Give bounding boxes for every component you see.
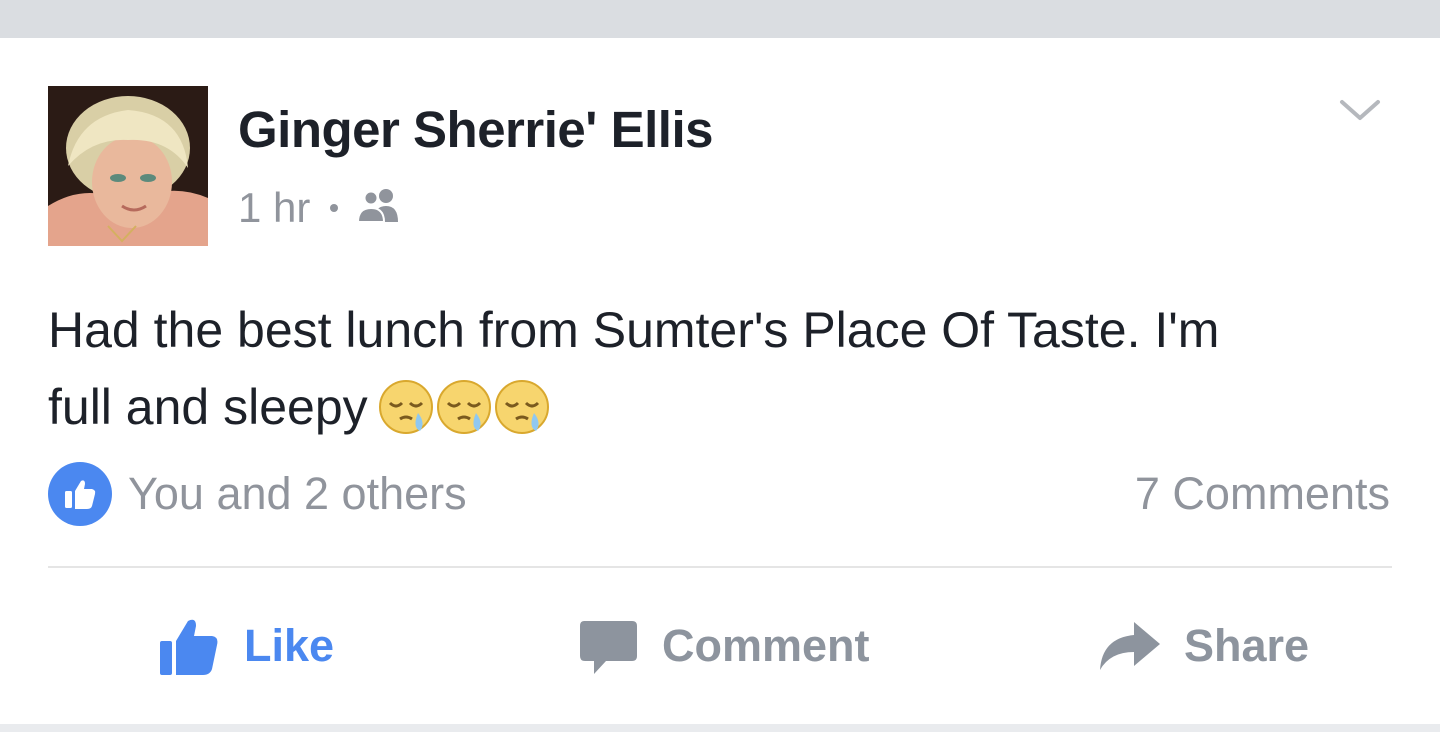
reactions-text[interactable]: You and 2 others: [128, 468, 467, 520]
post-text-line-2-text: full and sleepy: [48, 379, 368, 435]
comment-bubble-icon: [580, 621, 637, 674]
post-card: Ginger Sherrie' Ellis 1 hr Had the best …: [0, 38, 1440, 724]
sleepy-face-icon: [494, 379, 549, 434]
post-text-line-2: full and sleepy: [48, 369, 1388, 446]
like-button[interactable]: Like: [158, 608, 334, 684]
feed-background-top: [0, 0, 1440, 38]
post-time[interactable]: 1 hr: [238, 184, 310, 232]
post-text: Had the best lunch from Sumter's Place O…: [48, 292, 1388, 446]
avatar[interactable]: [48, 86, 208, 246]
sleepy-face-icon: [436, 379, 491, 434]
like-reaction-icon: [48, 462, 112, 526]
post-options-chevron-icon[interactable]: [1336, 92, 1384, 128]
sleepy-face-icon: [378, 379, 433, 434]
thumbs-up-icon: [160, 619, 218, 675]
author-name[interactable]: Ginger Sherrie' Ellis: [238, 100, 713, 159]
separator-dot: [330, 204, 339, 212]
divider: [48, 566, 1392, 568]
share-arrow-icon: [1100, 622, 1160, 670]
like-label: Like: [244, 620, 335, 671]
post-meta: 1 hr: [238, 184, 404, 232]
comment-button[interactable]: Comment: [580, 608, 870, 684]
friends-icon[interactable]: [356, 184, 404, 232]
reactions-summary[interactable]: You and 2 others: [48, 462, 467, 526]
avatar-photo: [48, 86, 208, 246]
feed-background-bottom: [0, 724, 1440, 732]
share-button[interactable]: Share: [1098, 608, 1309, 684]
comments-count[interactable]: 7 Comments: [1135, 468, 1390, 520]
emoji-group: [378, 379, 552, 435]
share-label: Share: [1184, 620, 1310, 671]
post-text-line-1: Had the best lunch from Sumter's Place O…: [48, 302, 1220, 358]
comment-label: Comment: [662, 620, 870, 671]
